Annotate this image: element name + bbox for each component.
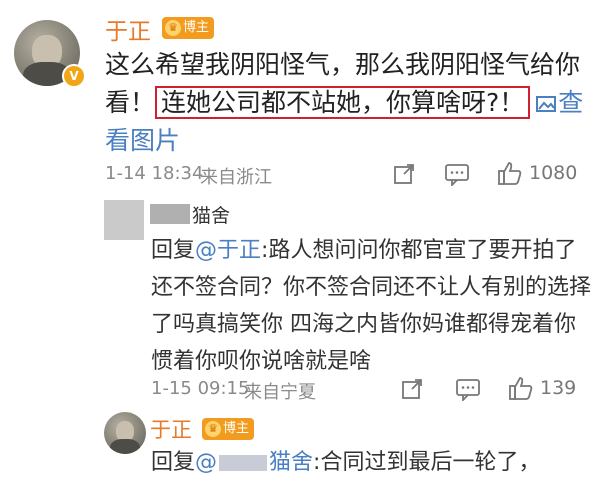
- reply-like-button[interactable]: 139: [508, 375, 576, 401]
- reply2-author-avatar[interactable]: [104, 412, 146, 454]
- crown-icon: ♛: [165, 20, 181, 36]
- like-icon: [509, 377, 533, 400]
- reply2-text: 回复@ 猫舍:合同过到最后一轮了，: [151, 444, 591, 481]
- reply2-host-badge-label: 博主: [223, 421, 250, 436]
- reply-author-avatar[interactable]: [104, 200, 144, 240]
- verified-icon: V: [62, 64, 86, 88]
- share-button[interactable]: [392, 162, 416, 190]
- share-icon: [402, 379, 422, 399]
- reply-author-name-obscured: [150, 204, 190, 224]
- share-icon: [394, 164, 414, 184]
- post-timestamp: 1-14 18:34: [105, 163, 204, 184]
- reply-author-name[interactable]: 猫舍: [192, 201, 230, 228]
- reply-mention[interactable]: @于正: [195, 238, 261, 263]
- like-button[interactable]: 1080: [497, 160, 577, 186]
- reply-prefix: 回复: [151, 238, 196, 263]
- reply2-host-badge: ♛ 博主: [202, 418, 255, 440]
- reply-share-button[interactable]: [400, 377, 424, 405]
- reply2-mention[interactable]: @: [195, 450, 217, 475]
- image-icon: [536, 96, 557, 112]
- host-badge-label: 博主: [183, 20, 210, 35]
- reply-text: 回复@于正:路人想问问你都官宣了要开拍了还不签合同？你不签合同还不让人有别的选择…: [151, 232, 591, 380]
- like-count: 1080: [529, 162, 578, 184]
- comment-icon: [456, 379, 480, 403]
- author-name[interactable]: 于正: [105, 12, 151, 46]
- crown-icon: ♛: [205, 421, 221, 437]
- post-text: 这么希望我阴阳怪气，那么我阴阳怪气给你看！ 连她公司都不站她，你算啥呀?！ 查看图片: [105, 46, 585, 160]
- reply2-prefix: 回复: [151, 450, 196, 475]
- like-icon: [498, 162, 522, 185]
- reply-comment-button[interactable]: [455, 377, 481, 405]
- comment-button[interactable]: [444, 162, 470, 190]
- reply2-mention-tail[interactable]: 猫舍: [269, 450, 313, 475]
- reply2-author-name[interactable]: 于正: [150, 414, 192, 444]
- reply-source: 来自宁夏: [244, 382, 316, 403]
- post-source: 来自浙江: [200, 167, 272, 188]
- reply-like-count: 139: [540, 377, 577, 399]
- host-badge: ♛ 博主: [162, 17, 215, 39]
- reply-timestamp: 1-15 09:15: [151, 378, 250, 399]
- comment-icon: [445, 164, 469, 188]
- post-text-highlight: 连她公司都不站她，你算啥呀?！: [155, 86, 531, 119]
- reply2-body: :合同过到最后一轮了，: [313, 450, 541, 475]
- reply2-mention-obscured: [219, 455, 268, 471]
